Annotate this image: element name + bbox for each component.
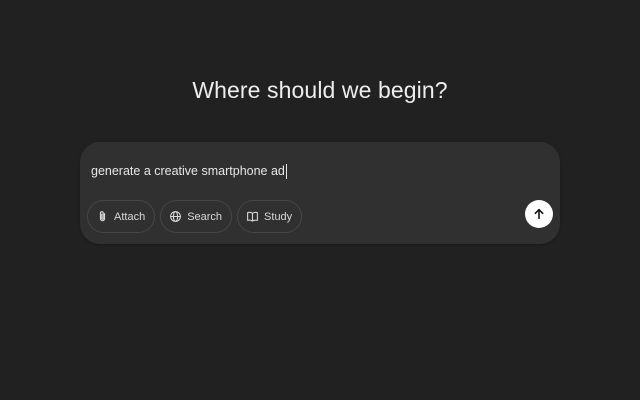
study-button[interactable]: Study: [237, 200, 303, 233]
paperclip-icon: [96, 210, 109, 223]
globe-icon: [169, 210, 182, 223]
composer-toolbar: Attach Search Study: [87, 200, 303, 233]
prompt-composer: generate a creative smartphone ad Attach…: [80, 142, 560, 244]
send-button[interactable]: [525, 200, 553, 228]
arrow-up-icon: [532, 207, 546, 221]
study-label: Study: [264, 210, 293, 223]
prompt-input-text[interactable]: generate a creative smartphone ad: [91, 164, 285, 178]
book-icon: [246, 210, 259, 223]
attach-button[interactable]: Attach: [87, 200, 156, 233]
search-button[interactable]: Search: [160, 200, 233, 233]
page-heading: Where should we begin?: [192, 77, 448, 103]
prompt-input[interactable]: generate a creative smartphone ad: [91, 162, 287, 180]
text-caret: [285, 163, 287, 179]
search-label: Search: [187, 210, 223, 223]
attach-label: Attach: [114, 210, 146, 223]
